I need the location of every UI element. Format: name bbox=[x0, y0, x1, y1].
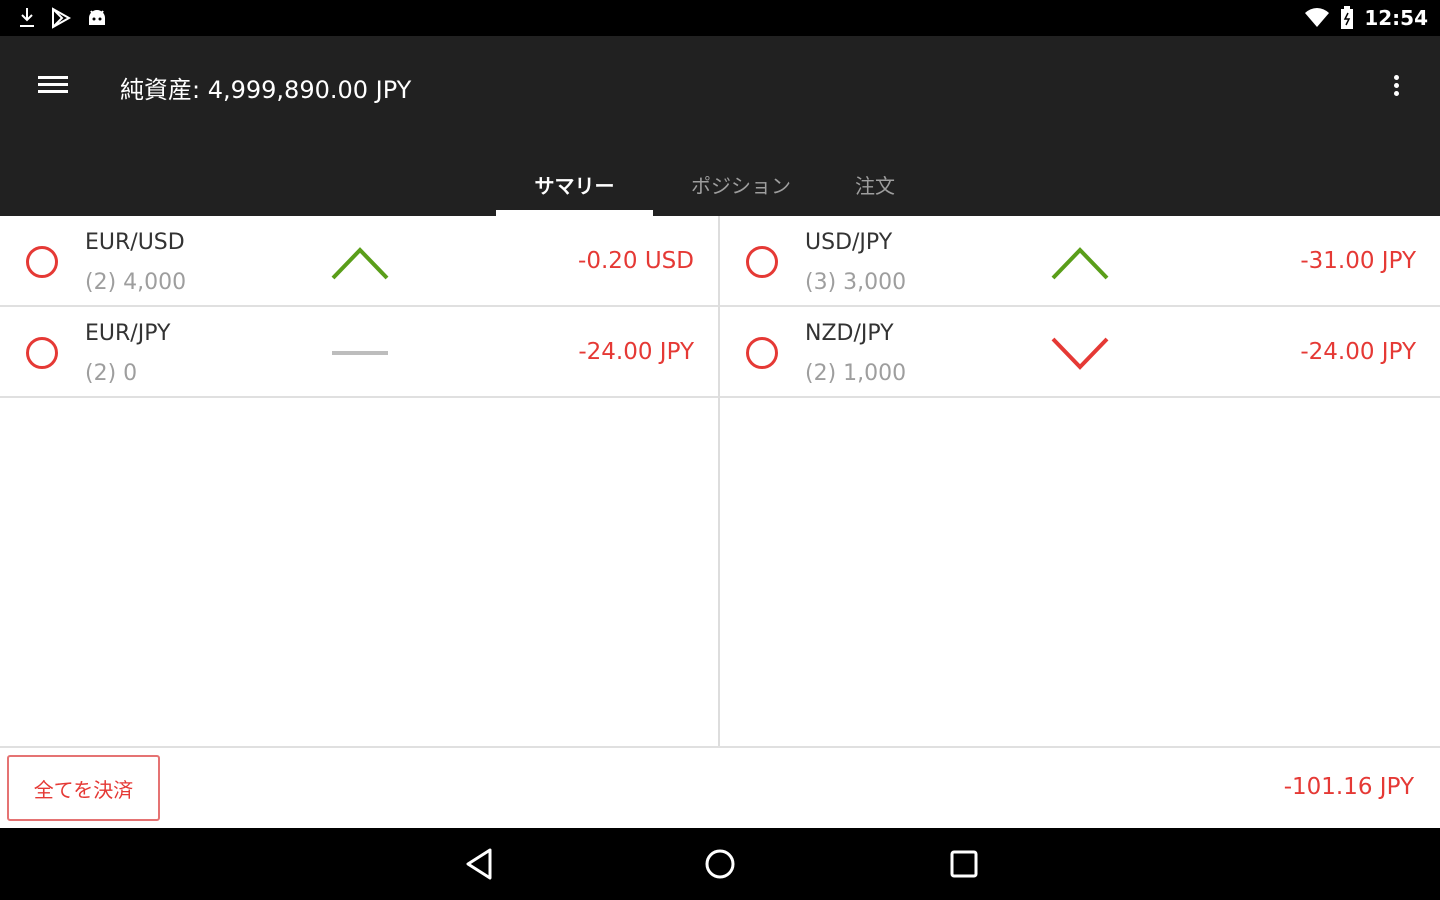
battery-icon bbox=[1341, 6, 1354, 29]
system-nav-bar bbox=[0, 828, 1440, 900]
position-amount: (2) 1,000 bbox=[805, 361, 907, 386]
status-bar: 12:54 bbox=[0, 0, 1440, 36]
position-amount: (2) 0 bbox=[85, 361, 138, 386]
profit-loss: -24.00 JPY bbox=[1300, 339, 1416, 365]
position-row-eur-usd[interactable]: EUR/USD (2) 4,000 -0.20 USD bbox=[0, 216, 718, 307]
total-profit-loss: -101.16 JPY bbox=[1283, 774, 1414, 800]
net-assets-title: 純資産: 4,999,890.00 JPY bbox=[120, 76, 412, 104]
app-bar: 純資産: 4,999,890.00 JPY サマリー ポジション 注文 bbox=[0, 36, 1440, 216]
menu-icon[interactable] bbox=[38, 72, 70, 98]
recent-apps-icon[interactable] bbox=[946, 846, 982, 882]
trend-down-icon bbox=[1051, 337, 1109, 370]
tab-orders[interactable]: 注文 bbox=[829, 152, 921, 216]
tab-summary[interactable]: サマリー bbox=[496, 152, 653, 216]
close-position-icon[interactable] bbox=[746, 337, 778, 369]
android-icon bbox=[89, 10, 105, 25]
position-amount: (3) 3,000 bbox=[805, 270, 907, 295]
trend-up-icon bbox=[1051, 247, 1109, 280]
profit-loss: -0.20 USD bbox=[578, 248, 694, 274]
tab-bar: サマリー ポジション 注文 bbox=[496, 152, 921, 216]
home-icon[interactable] bbox=[702, 846, 738, 882]
position-row-nzd-jpy[interactable]: NZD/JPY (2) 1,000 -24.00 JPY bbox=[720, 307, 1440, 398]
position-row-eur-jpy[interactable]: EUR/JPY (2) 0 -24.00 JPY bbox=[0, 307, 718, 398]
overflow-menu-icon[interactable] bbox=[1390, 72, 1402, 102]
currency-pair: EUR/USD bbox=[85, 230, 185, 255]
tab-positions[interactable]: ポジション bbox=[653, 152, 829, 216]
position-row-usd-jpy[interactable]: USD/JPY (3) 3,000 -31.00 JPY bbox=[720, 216, 1440, 307]
profit-loss: -31.00 JPY bbox=[1300, 248, 1416, 274]
currency-pair: USD/JPY bbox=[805, 230, 893, 255]
trend-up-icon bbox=[331, 247, 389, 280]
position-amount: (2) 4,000 bbox=[85, 270, 187, 295]
profit-loss: -24.00 JPY bbox=[578, 339, 694, 365]
download-icon bbox=[20, 8, 34, 27]
currency-pair: NZD/JPY bbox=[805, 321, 894, 346]
close-position-icon[interactable] bbox=[746, 246, 778, 278]
close-all-button[interactable]: 全てを決済 bbox=[7, 755, 160, 821]
close-position-icon[interactable] bbox=[26, 337, 58, 369]
trend-flat-icon bbox=[332, 351, 388, 355]
currency-pair: EUR/JPY bbox=[85, 321, 171, 346]
close-position-icon[interactable] bbox=[26, 246, 58, 278]
play-store-icon bbox=[52, 7, 72, 29]
summary-grid: EUR/USD (2) 4,000 -0.20 USD USD/JPY (3) … bbox=[0, 216, 1440, 746]
status-time: 12:54 bbox=[1364, 6, 1428, 30]
wifi-icon bbox=[1305, 8, 1330, 27]
summary-footer: 全てを決済 -101.16 JPY bbox=[0, 746, 1440, 828]
back-icon[interactable] bbox=[462, 846, 498, 882]
